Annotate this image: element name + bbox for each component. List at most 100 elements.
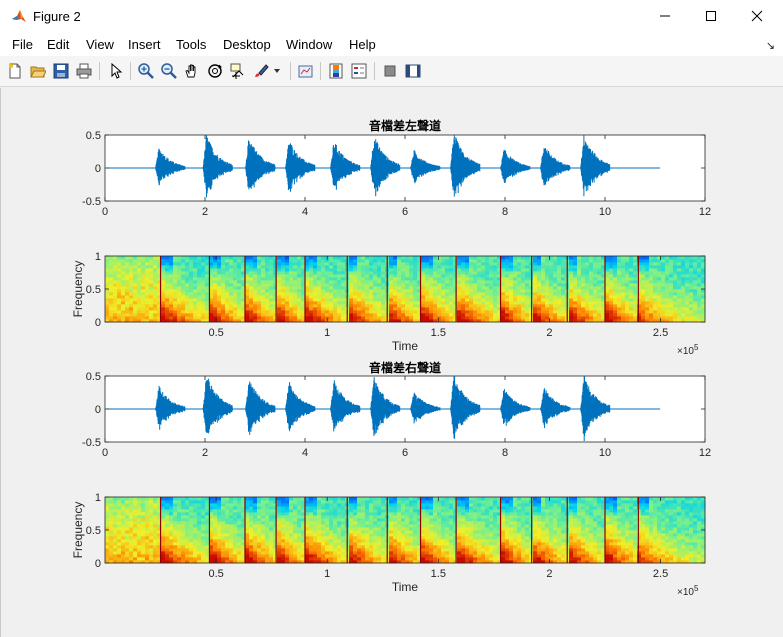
menu-desktop[interactable]: Desktop [223, 37, 271, 52]
spectrogram-cell [197, 515, 202, 519]
rotate-3d-icon[interactable] [205, 61, 225, 81]
spectrogram-cell [165, 307, 170, 311]
pan-hand-icon[interactable] [182, 61, 202, 81]
menu-edit[interactable]: Edit [47, 37, 69, 52]
spectrogram-cell [361, 548, 366, 552]
spectrogram-cell [205, 283, 210, 287]
spectrogram-cell [177, 509, 182, 513]
menu-tools[interactable]: Tools [176, 37, 206, 52]
open-file-icon[interactable] [28, 61, 48, 81]
spectrogram-cell [361, 506, 366, 510]
menu-window[interactable]: Window [286, 37, 332, 52]
spectrogram-cell [369, 286, 374, 290]
spectrogram-cell [109, 512, 114, 516]
spectrogram-cell [461, 259, 466, 263]
spectrogram-cell [185, 262, 190, 266]
insert-colorbar-icon[interactable] [326, 61, 346, 81]
spectrogram-cell [517, 292, 522, 296]
menu-view[interactable]: View [86, 37, 114, 52]
spectrogram-cell [645, 259, 650, 263]
spectrogram-cell [445, 271, 450, 275]
minimize-button[interactable] [642, 0, 688, 32]
spectrogram-cell [137, 304, 142, 308]
spectrogram-cell [573, 283, 578, 287]
insert-legend-icon[interactable] [349, 61, 369, 81]
edit-plot-arrow-icon[interactable] [106, 61, 126, 81]
brush-icon[interactable] [251, 61, 271, 81]
menu-help[interactable]: Help [349, 37, 376, 52]
spectrogram-cell [373, 515, 378, 519]
spectrogram-cell [113, 497, 118, 501]
spectrogram-cell [129, 500, 134, 504]
spectrogram-cell [153, 304, 158, 308]
spectrogram-cell [169, 512, 174, 516]
data-cursor-icon[interactable] [228, 61, 248, 81]
spectrogram-cell [317, 518, 322, 522]
spectrogram-cell [609, 271, 614, 275]
spectrogram-cell [629, 256, 634, 260]
spectrogram-cell [169, 503, 174, 507]
spectrogram-cell [137, 500, 142, 504]
spectrogram-cell [425, 259, 430, 263]
spectrogram-cell [541, 316, 546, 320]
spectrogram-cell [405, 265, 410, 269]
spectrogram-cell [189, 551, 194, 555]
new-figure-icon[interactable] [5, 61, 25, 81]
spectrogram-cell [321, 554, 326, 558]
spectrogram-cell [433, 268, 438, 272]
spectrogram-cell [481, 265, 486, 269]
spectrogram-cell [297, 521, 302, 525]
spectrogram-cell [201, 503, 206, 507]
spectrogram-cell [185, 536, 190, 540]
spectrogram-cell [185, 500, 190, 504]
menu-file[interactable]: File [12, 37, 33, 52]
spectrogram-cell [181, 274, 186, 278]
spectrogram-cell [525, 289, 530, 293]
spectrogram-cell [629, 289, 634, 293]
spectrogram-cell [129, 539, 134, 543]
spectrogram-cell [365, 512, 370, 516]
spectrogram-cell [321, 557, 326, 561]
spectrogram-cell [545, 262, 550, 266]
spectrogram-cell [633, 304, 638, 308]
spectrogram-cell [353, 500, 358, 504]
spectrogram-cell [477, 268, 482, 272]
spectrogram-cell [217, 524, 222, 528]
spectrogram-cell [401, 262, 406, 266]
spectrogram-cell [641, 277, 646, 281]
link-plot-icon[interactable] [296, 61, 316, 81]
save-icon[interactable] [51, 61, 71, 81]
maximize-button[interactable] [688, 0, 734, 32]
waveform-left-axes[interactable]: 音檔差左聲道 0 2 4 6 8 10 120.50-0.5 [82, 118, 711, 218]
spectrogram-cell [361, 539, 366, 543]
spectrogram-cell [361, 313, 366, 317]
show-plot-tools-icon[interactable] [403, 61, 423, 81]
spectrogram-cell [333, 521, 338, 525]
spectrogram-cell [605, 286, 610, 290]
spectrogram-cell [397, 262, 402, 266]
spectrogram-cell [605, 259, 610, 263]
spectrogram-cell [305, 298, 310, 302]
spectrogram-left-axes[interactable]: 0.5 1 1.5 2 2.510.50 Time Frequency ×105 [71, 251, 706, 357]
spectrogram-cell [133, 286, 138, 290]
print-icon[interactable] [74, 61, 94, 81]
zoom-in-icon[interactable] [136, 61, 156, 81]
spectrogram-right-axes[interactable]: 0.5 1 1.5 2 2.510.50 Time Frequency ×105 [71, 492, 706, 598]
spectrogram-cell [237, 286, 242, 290]
spectrogram-cell [141, 515, 146, 519]
spectrogram-cell [121, 265, 126, 269]
close-button[interactable] [734, 0, 780, 32]
spectrogram-cell [137, 506, 142, 510]
brush-dropdown-icon[interactable] [271, 61, 283, 81]
spectrogram-cell [605, 280, 610, 284]
spectrogram-cell [489, 304, 494, 308]
spectrogram-cell [369, 518, 374, 522]
hide-plot-tools-icon[interactable] [380, 61, 400, 81]
menu-insert[interactable]: Insert [128, 37, 161, 52]
spectrogram-cell [141, 551, 146, 555]
zoom-out-icon[interactable] [159, 61, 179, 81]
dock-figure-arrow-icon[interactable]: ↘ [766, 39, 775, 52]
waveform-right-axes[interactable]: 音檔差右聲道 0 2 4 6 8 10 120.50-0.5 [82, 360, 711, 459]
spectrogram-cell [277, 551, 282, 555]
spectrogram-cell [265, 500, 270, 504]
